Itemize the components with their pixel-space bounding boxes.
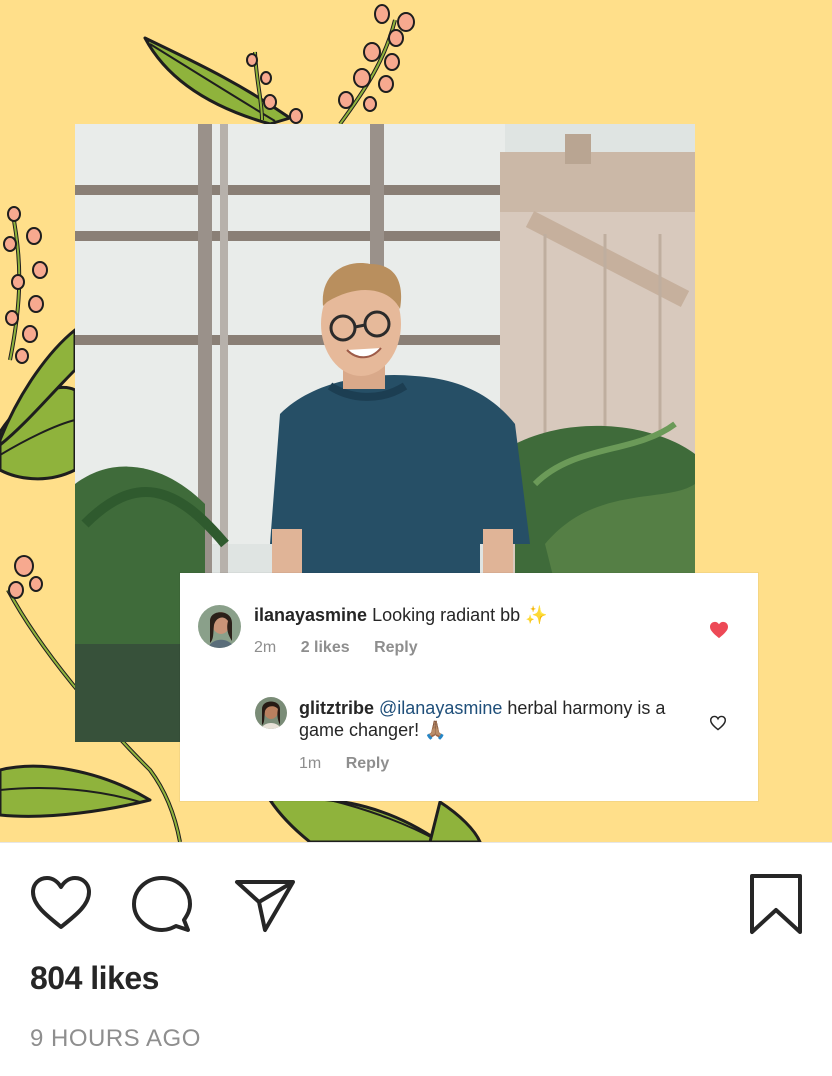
comment-likes-count[interactable]: 2 likes [301, 639, 350, 656]
comment-meta: 2m 2 likes Reply [254, 639, 418, 657]
post-timestamp: 9 HOURS AGO [30, 1025, 201, 1052]
comment-card: ilanayasmine Looking radiant bb ✨ 2m 2 l… [180, 573, 758, 801]
praying-hands-emoji: 🙏🏽 [424, 720, 447, 740]
avatar-image [255, 697, 287, 729]
comment-username[interactable]: glitztribe [299, 698, 374, 718]
bookmark-icon[interactable] [744, 872, 808, 936]
comment-body: Looking radiant bb [372, 605, 521, 625]
sparkles-emoji: ✨ [525, 605, 548, 625]
comment-age: 2m [254, 639, 277, 656]
avatar-image [198, 605, 241, 648]
divider [0, 842, 832, 843]
comment-text: ilanayasmine Looking radiant bb ✨ [254, 604, 694, 626]
post-artwork: ilanayasmine Looking radiant bb ✨ 2m 2 l… [0, 0, 832, 842]
likes-count[interactable]: 804 likes [30, 960, 159, 997]
heart-filled-icon[interactable] [709, 621, 729, 639]
paper-plane-icon[interactable] [233, 872, 297, 936]
reply-button[interactable]: Reply [374, 639, 418, 656]
comment-text: glitztribe @ilanayasmine herbal harmony … [299, 697, 689, 741]
heart-outline-icon[interactable] [29, 872, 93, 936]
comment-bubble-icon[interactable] [130, 872, 194, 936]
mention-link[interactable]: @ilanayasmine [379, 698, 502, 718]
comment-age: 1m [299, 755, 322, 772]
instagram-post: ilanayasmine Looking radiant bb ✨ 2m 2 l… [0, 0, 832, 1076]
heart-outline-icon[interactable] [709, 715, 727, 731]
comment-meta: 1m Reply [299, 755, 389, 773]
reply-button[interactable]: Reply [346, 755, 390, 772]
avatar[interactable] [255, 697, 287, 729]
comment-username[interactable]: ilanayasmine [254, 605, 367, 625]
avatar[interactable] [198, 605, 241, 648]
